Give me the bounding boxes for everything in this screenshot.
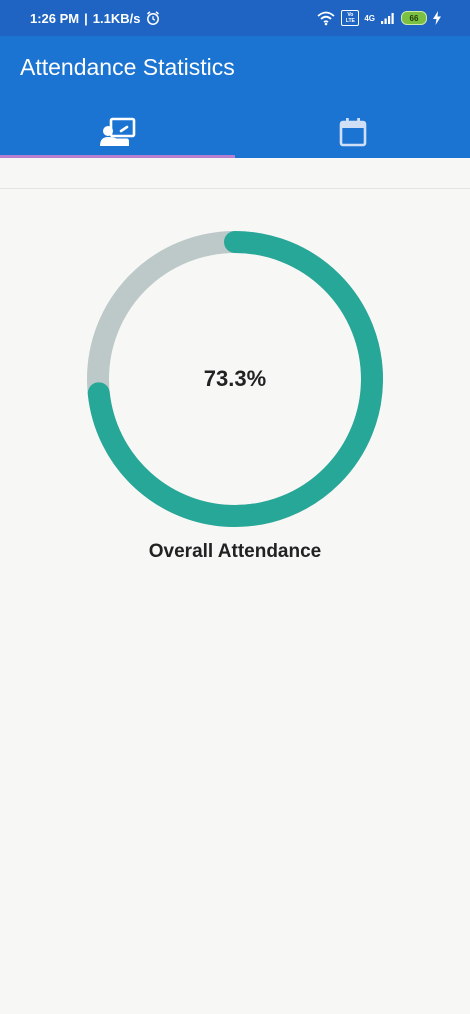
status-bar: 1:26 PM | 1.1KB/s Vo LTE 4G 66 <box>0 0 470 36</box>
status-left: 1:26 PM | 1.1KB/s <box>30 10 161 26</box>
calendar-icon <box>339 118 366 147</box>
classroom-icon <box>99 117 135 146</box>
wifi-icon <box>317 11 335 26</box>
tab-overall-attendance[interactable] <box>0 106 235 158</box>
tab-calendar[interactable] <box>235 106 470 158</box>
status-right: Vo LTE 4G 66 <box>316 10 442 26</box>
charging-icon <box>433 11 441 25</box>
status-time: 1:26 PM <box>30 10 80 26</box>
alarm-icon <box>147 11 160 25</box>
battery-icon: 66 <box>401 11 427 25</box>
chart-title: Overall Attendance <box>148 541 322 562</box>
network-type: 4G <box>364 13 375 23</box>
app-bar: Attendance Statistics <box>0 36 470 158</box>
volte-icon: Vo LTE <box>341 10 360 26</box>
network-speed: 1.1KB/s <box>92 10 141 26</box>
tab-indicator <box>0 155 235 158</box>
tab-bar <box>0 106 470 158</box>
status-separator: | <box>84 10 88 26</box>
page-title: Attendance Statistics <box>20 54 235 80</box>
divider <box>0 188 470 189</box>
signal-icon <box>381 13 394 24</box>
donut-center-label: 73.3% <box>203 366 267 391</box>
